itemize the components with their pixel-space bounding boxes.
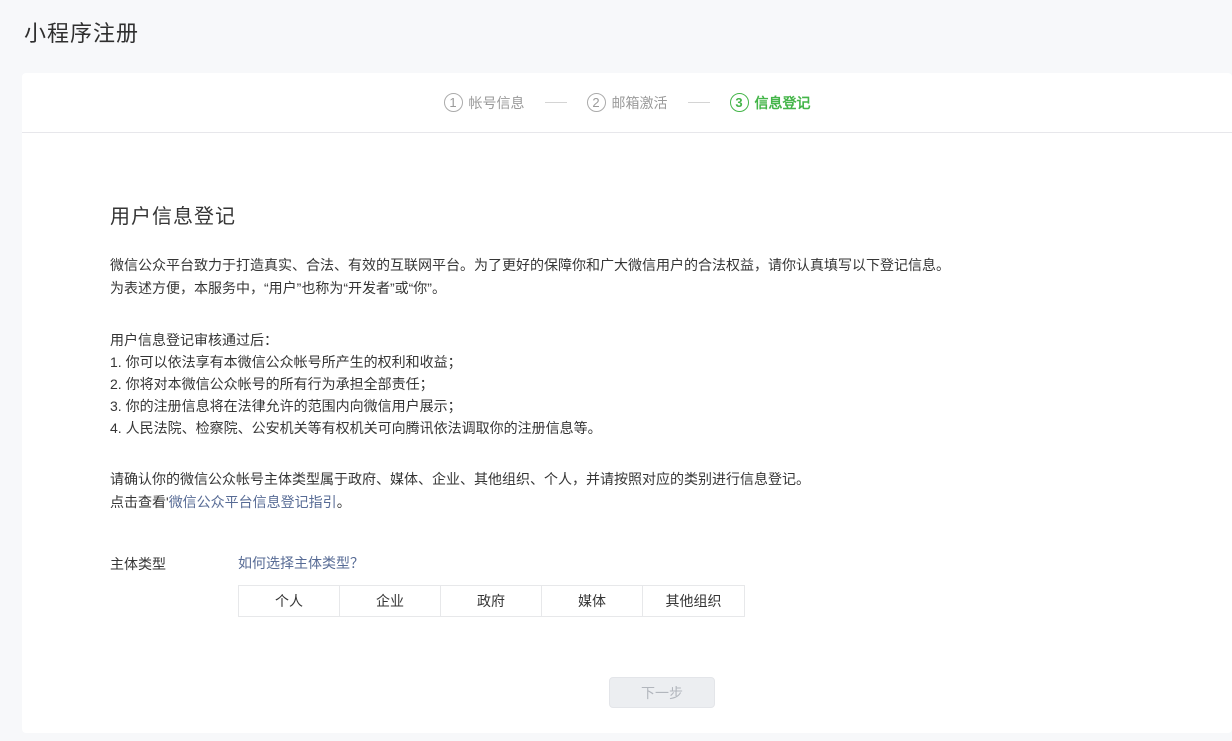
next-step-button[interactable]: 下一步	[609, 677, 715, 708]
step-3-circle-icon: 3	[730, 93, 749, 112]
step-account-info: 1 帐号信息	[444, 93, 525, 113]
subject-type-row: 主体类型 如何选择主体类型？ 个人 企业 政府 媒体 其他组织	[110, 553, 1192, 617]
intro-line-2: 为表述方便，本服务中，“用户”也称为“开发者”或“你”。	[110, 277, 1192, 300]
rights-item: 2. 你将对本微信公众帐号的所有行为承担全部责任；	[110, 373, 1192, 395]
tab-enterprise[interactable]: 企业	[340, 586, 441, 616]
page-header: 小程序注册	[0, 0, 1232, 73]
tab-media[interactable]: 媒体	[542, 586, 643, 616]
subject-type-help-link[interactable]: 如何选择主体类型？	[238, 553, 364, 573]
intro-line-1: 微信公众平台致力于打造真实、合法、有效的互联网平台。为了更好的保障你和广大微信用…	[110, 254, 1192, 277]
rights-paragraph: 用户信息登记审核通过后： 1. 你可以依法享有本微信公众帐号所产生的权利和收益；…	[110, 329, 1192, 439]
step-1-label: 帐号信息	[469, 93, 525, 113]
step-separator	[688, 102, 710, 103]
step-separator	[545, 102, 567, 103]
rights-item: 1. 你可以依法享有本微信公众帐号所产生的权利和收益；	[110, 351, 1192, 373]
confirm-paragraph: 请确认你的微信公众帐号主体类型属于政府、媒体、企业、其他组织、个人，并请按照对应…	[110, 468, 1192, 514]
rights-item: 4. 人民法院、检察院、公安机关等有权机关可向腾讯依法调取你的注册信息等。	[110, 417, 1192, 439]
tab-personal[interactable]: 个人	[239, 586, 340, 616]
guide-line: 点击查看'微信公众平台信息登记指引。	[110, 491, 1192, 514]
tab-government[interactable]: 政府	[441, 586, 542, 616]
tab-other-organization[interactable]: 其他组织	[643, 586, 744, 616]
step-1-circle-icon: 1	[444, 93, 463, 112]
registration-card: 1 帐号信息 2 邮箱激活 3 信息登记 用户信息登记 微信公众平台致力于打造真…	[22, 73, 1232, 733]
intro-paragraph: 微信公众平台致力于打造真实、合法、有效的互联网平台。为了更好的保障你和广大微信用…	[110, 254, 1192, 300]
step-info-registration: 3 信息登记	[730, 93, 811, 113]
rights-item: 3. 你的注册信息将在法律允许的范围内向微信用户展示；	[110, 395, 1192, 417]
subject-type-field: 如何选择主体类型？ 个人 企业 政府 媒体 其他组织	[238, 553, 745, 617]
main-content: 用户信息登记 微信公众平台致力于打造真实、合法、有效的互联网平台。为了更好的保障…	[22, 133, 1232, 708]
subject-type-label: 主体类型	[110, 553, 238, 574]
step-2-label: 邮箱激活	[612, 93, 668, 113]
registration-guide-link[interactable]: 微信公众平台信息登记指引	[169, 494, 337, 510]
guide-prefix: 点击查看'	[110, 494, 169, 510]
stepper: 1 帐号信息 2 邮箱激活 3 信息登记	[22, 73, 1232, 133]
step-3-label: 信息登记	[755, 93, 811, 113]
section-heading: 用户信息登记	[110, 200, 1192, 229]
page-title: 小程序注册	[24, 16, 1232, 48]
confirm-line: 请确认你的微信公众帐号主体类型属于政府、媒体、企业、其他组织、个人，并请按照对应…	[110, 468, 1192, 491]
rights-title: 用户信息登记审核通过后：	[110, 329, 1192, 351]
step-2-circle-icon: 2	[587, 93, 606, 112]
subject-type-tabs: 个人 企业 政府 媒体 其他组织	[238, 585, 745, 617]
step-email-activation: 2 邮箱激活	[587, 93, 668, 113]
guide-suffix: 。	[337, 494, 351, 510]
